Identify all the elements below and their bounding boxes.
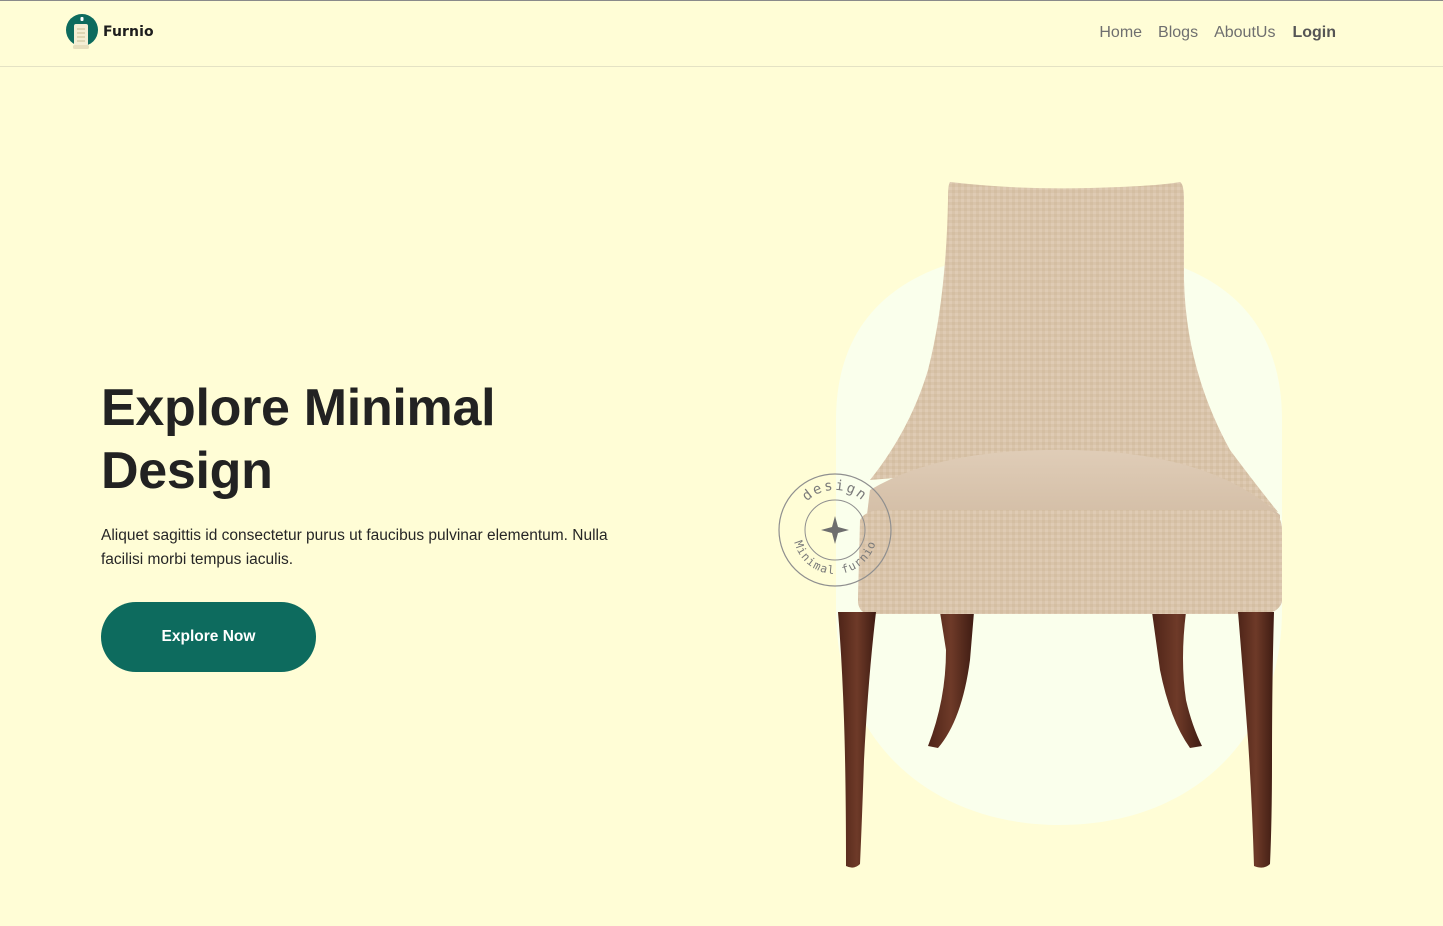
hero-description: Aliquet sagittis id consectetur purus ut… <box>101 527 608 568</box>
hero-title-line1: Explore Minimal <box>101 379 496 437</box>
hero-title: Explore Minimal Design <box>101 377 661 503</box>
nav-aboutus-link[interactable]: AboutUs <box>1214 24 1275 42</box>
chair-front-leg-right <box>1238 612 1274 868</box>
nav-blogs-link[interactable]: Blogs <box>1158 24 1198 42</box>
navbar: Furnio Home Blogs AboutUs Login <box>0 1 1443 67</box>
hero-chair-illustration: design Minimal furnio <box>778 182 1282 868</box>
nav-links: Home Blogs AboutUs Login <box>1099 24 1336 42</box>
lamp-logo-icon <box>66 14 98 49</box>
nav-home-link[interactable]: Home <box>1099 24 1142 42</box>
brand-link[interactable]: Furnio <box>66 14 154 49</box>
brand-name: Furnio <box>103 24 154 40</box>
chair-front-leg-left <box>838 612 876 868</box>
explore-now-button[interactable]: Explore Now <box>101 602 316 672</box>
hero-title-line2: Design <box>101 442 273 500</box>
chair-seat-front <box>858 510 1282 614</box>
nav-login-link[interactable]: Login <box>1292 24 1336 42</box>
